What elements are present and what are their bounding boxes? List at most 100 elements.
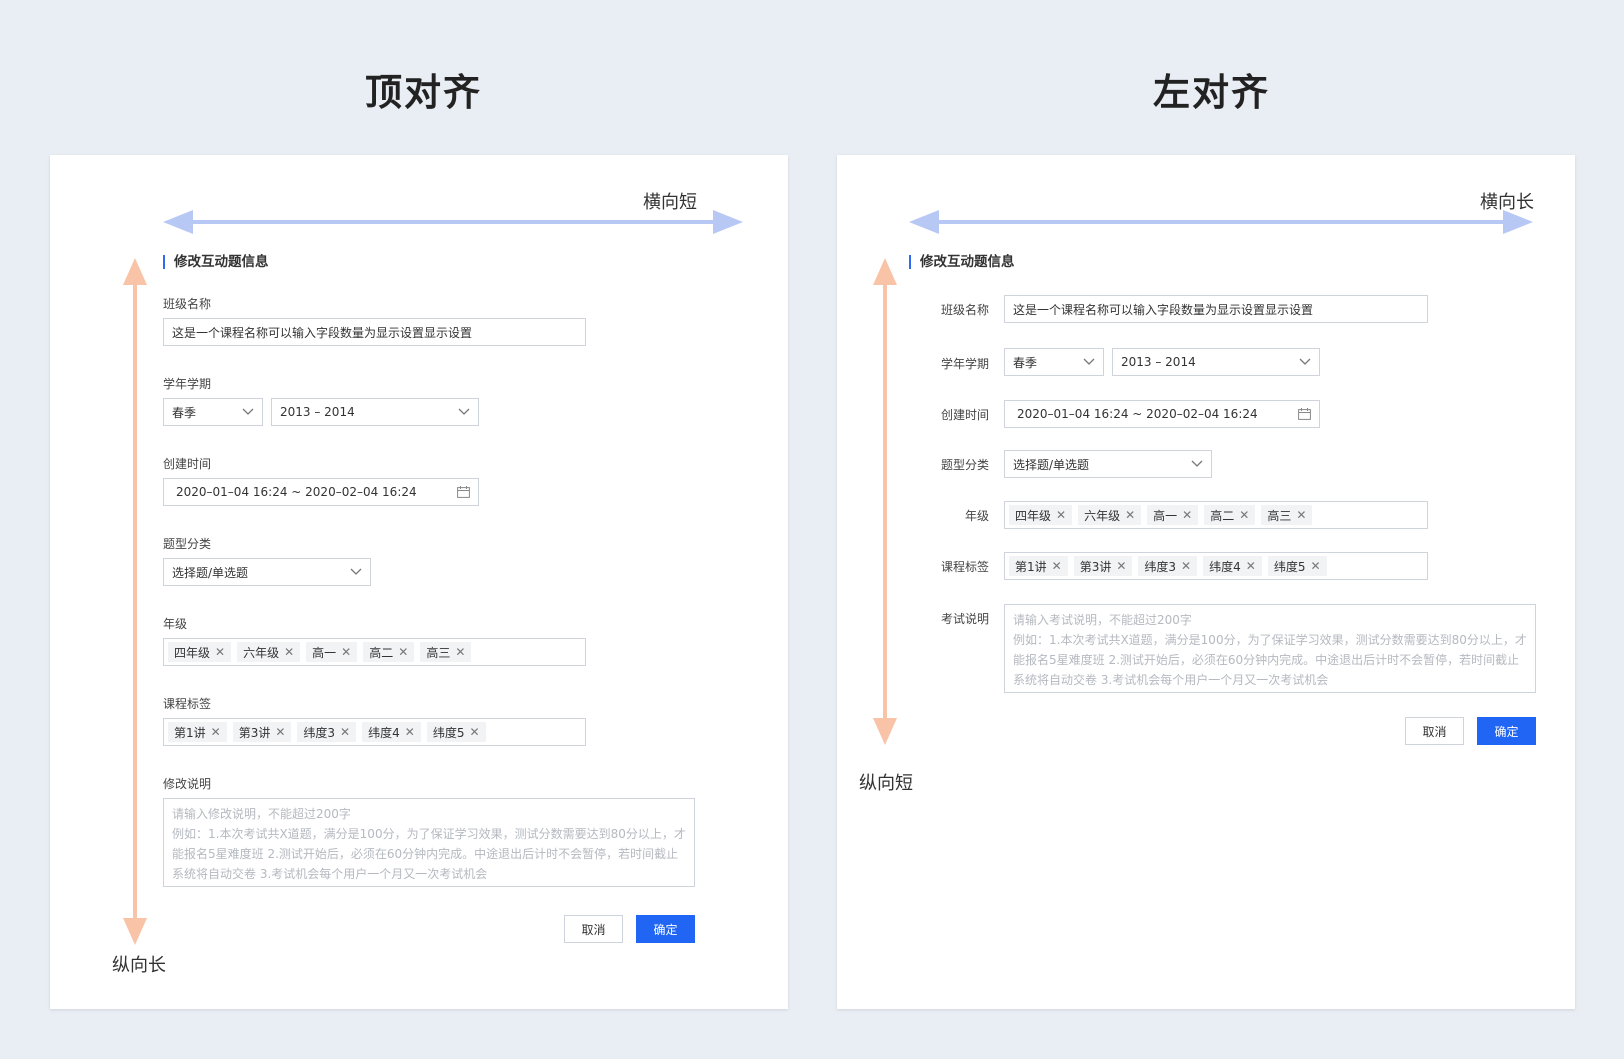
tag-item: 四年级 ✕ xyxy=(1009,505,1073,525)
label-grade: 年级 xyxy=(965,509,990,523)
class-name-input[interactable]: 这是一个课程名称可以输入字段数量为显示设置显示设置 xyxy=(163,318,586,346)
tag-item: 六年级 ✕ xyxy=(1078,505,1142,525)
tag-item: 四年级 ✕ xyxy=(168,642,232,662)
calendar-icon xyxy=(457,486,470,498)
tag-item: 六年级 ✕ xyxy=(237,642,301,662)
tag-item: 第3讲 ✕ xyxy=(1073,556,1133,576)
exam-description-textarea[interactable]: 请输入考试说明，不能超过200字 例如：1.本次考试共X道题，满分是100分，为… xyxy=(1004,604,1536,693)
close-icon[interactable]: ✕ xyxy=(469,725,479,739)
confirm-button[interactable]: 确定 xyxy=(1477,717,1536,745)
close-icon[interactable]: ✕ xyxy=(341,645,351,659)
chevron-down-icon xyxy=(242,408,254,415)
axis-label-vertical-long: 纵向长 xyxy=(112,955,166,976)
type-value: 选择题/单选题 xyxy=(172,565,249,580)
vertical-arrow xyxy=(873,258,897,745)
cancel-button[interactable]: 取消 xyxy=(564,915,623,943)
close-icon[interactable]: ✕ xyxy=(284,645,294,659)
chevron-down-icon xyxy=(1191,460,1203,467)
close-icon[interactable]: ✕ xyxy=(1056,508,1066,522)
created-date-range-picker[interactable]: 2020–01–04 16:24 ~ 2020–02–04 16:24 xyxy=(163,478,479,506)
description-textarea[interactable]: 请输入修改说明，不能超过200字 例如：1.本次考试共X道题，满分是100分，为… xyxy=(163,798,695,887)
close-icon[interactable]: ✕ xyxy=(405,725,415,739)
horizontal-arrow xyxy=(163,210,743,234)
label-type: 题型分类 xyxy=(163,537,212,551)
close-icon[interactable]: ✕ xyxy=(1246,559,1256,573)
label-created: 创建时间 xyxy=(941,408,990,422)
placeholder-line: 例如：1.本次考试共X道题，满分是100分，为了保证学习效果，测试分数需要达到8… xyxy=(172,827,686,841)
year-value: 2013 – 2014 xyxy=(280,405,355,419)
class-name-input[interactable]: 这是一个课程名称可以输入字段数量为显示设置显示设置 xyxy=(1004,295,1428,323)
close-icon[interactable]: ✕ xyxy=(1310,559,1320,573)
card-top-align: 横向短 纵向长 修改互动题信息 班级名称 这是一个课程名称可以输入字段数量为显示… xyxy=(50,155,788,1009)
close-icon[interactable]: ✕ xyxy=(215,645,225,659)
heading-left-align: 左对齐 xyxy=(1153,71,1270,114)
season-value: 春季 xyxy=(172,405,197,420)
placeholder-line: 能报名5星难度班 2.测试开始后，必须在60分钟内完成。中途退出后计时不会暂停，… xyxy=(172,847,679,861)
label-exam-description: 考试说明 xyxy=(941,612,990,626)
calendar-icon xyxy=(1298,408,1311,420)
type-select[interactable]: 选择题/单选题 xyxy=(1004,450,1212,478)
close-icon[interactable]: ✕ xyxy=(1181,559,1191,573)
created-date-range-picker[interactable]: 2020–01–04 16:24 ~ 2020–02–04 16:24 xyxy=(1004,400,1320,428)
close-icon[interactable]: ✕ xyxy=(1182,508,1192,522)
axis-label-vertical-short: 纵向短 xyxy=(859,773,913,794)
tag-item: 高三 ✕ xyxy=(420,642,472,662)
tag-item: 纬度3 ✕ xyxy=(1138,556,1198,576)
type-select[interactable]: 选择题/单选题 xyxy=(163,558,371,586)
vertical-arrow xyxy=(123,258,147,945)
placeholder-line: 能报名5星难度班 2.测试开始后，必须在60分钟内完成。中途退出后计时不会暂停，… xyxy=(1013,653,1520,667)
label-class-name: 班级名称 xyxy=(941,303,990,317)
cancel-button[interactable]: 取消 xyxy=(1405,717,1464,745)
label-term: 学年学期 xyxy=(163,377,212,391)
label-class-name: 班级名称 xyxy=(163,297,212,311)
placeholder-line: 请输入考试说明，不能超过200字 xyxy=(1013,613,1192,627)
placeholder-line: 系统将自动交卷 3.考试机会每个用户一个月又一次考试机会 xyxy=(172,867,488,881)
horizontal-arrow xyxy=(909,210,1533,234)
label-course-tags: 课程标签 xyxy=(163,697,212,711)
close-icon[interactable]: ✕ xyxy=(275,725,285,739)
grade-tag-input[interactable]: 四年级 ✕ 六年级 ✕ 高一 ✕ 高二 ✕ 高三 ✕ xyxy=(163,638,586,666)
label-course-tags: 课程标签 xyxy=(941,560,990,574)
grade-tag-input[interactable]: 四年级 ✕ 六年级 ✕ 高一 ✕ 高二 ✕ 高三 ✕ xyxy=(1004,501,1428,529)
close-icon[interactable]: ✕ xyxy=(1052,559,1062,573)
close-icon[interactable]: ✕ xyxy=(1296,508,1306,522)
label-grade: 年级 xyxy=(163,617,188,631)
card-left-align: 横向长 纵向短 修改互动题信息 班级名称 这是一个课程名称可以输入字段数量为显示… xyxy=(837,155,1575,1009)
tag-item: 高一 ✕ xyxy=(1147,505,1199,525)
chevron-down-icon xyxy=(1083,358,1095,365)
label-created: 创建时间 xyxy=(163,457,212,471)
class-name-value: 这是一个课程名称可以输入字段数量为显示设置显示设置 xyxy=(172,325,473,340)
close-icon[interactable]: ✕ xyxy=(340,725,350,739)
created-value: 2020–01–04 16:24 ~ 2020–02–04 16:24 xyxy=(1017,407,1258,421)
chevron-down-icon xyxy=(1299,358,1311,365)
close-icon[interactable]: ✕ xyxy=(455,645,465,659)
course-tag-input[interactable]: 第1讲 ✕ 第3讲 ✕ 纬度3 ✕ 纬度4 ✕ 纬度5 ✕ xyxy=(163,718,586,746)
close-icon[interactable]: ✕ xyxy=(398,645,408,659)
course-tag-input[interactable]: 第1讲 ✕ 第3讲 ✕ 纬度3 ✕ 纬度4 ✕ 纬度5 ✕ xyxy=(1004,552,1428,580)
year-value: 2013 – 2014 xyxy=(1121,355,1196,369)
tag-item: 纬度3 ✕ xyxy=(297,722,357,742)
label-term: 学年学期 xyxy=(941,357,990,371)
section-title: 修改互动题信息 xyxy=(163,255,269,269)
label-type: 题型分类 xyxy=(941,458,990,472)
close-icon[interactable]: ✕ xyxy=(1116,559,1126,573)
tag-item: 高一 ✕ xyxy=(306,642,358,662)
season-select[interactable]: 春季 xyxy=(1004,348,1104,376)
tag-item: 第3讲 ✕ xyxy=(232,722,292,742)
season-value: 春季 xyxy=(1013,355,1038,370)
chevron-down-icon xyxy=(458,408,470,415)
tag-item: 第1讲 ✕ xyxy=(168,722,227,742)
placeholder-line: 请输入修改说明，不能超过200字 xyxy=(172,807,351,821)
tag-item: 第1讲 ✕ xyxy=(1009,556,1068,576)
close-icon[interactable]: ✕ xyxy=(211,725,221,739)
tag-item: 纬度4 ✕ xyxy=(362,722,421,742)
tag-item: 高二 ✕ xyxy=(363,642,415,662)
season-select[interactable]: 春季 xyxy=(163,398,263,426)
confirm-button[interactable]: 确定 xyxy=(636,915,695,943)
section-title: 修改互动题信息 xyxy=(909,255,1015,269)
close-icon[interactable]: ✕ xyxy=(1125,508,1135,522)
close-icon[interactable]: ✕ xyxy=(1239,508,1249,522)
year-select[interactable]: 2013 – 2014 xyxy=(271,398,479,426)
placeholder-line: 例如：1.本次考试共X道题，满分是100分，为了保证学习效果，测试分数需要达到8… xyxy=(1013,633,1527,647)
year-select[interactable]: 2013 – 2014 xyxy=(1112,348,1320,376)
